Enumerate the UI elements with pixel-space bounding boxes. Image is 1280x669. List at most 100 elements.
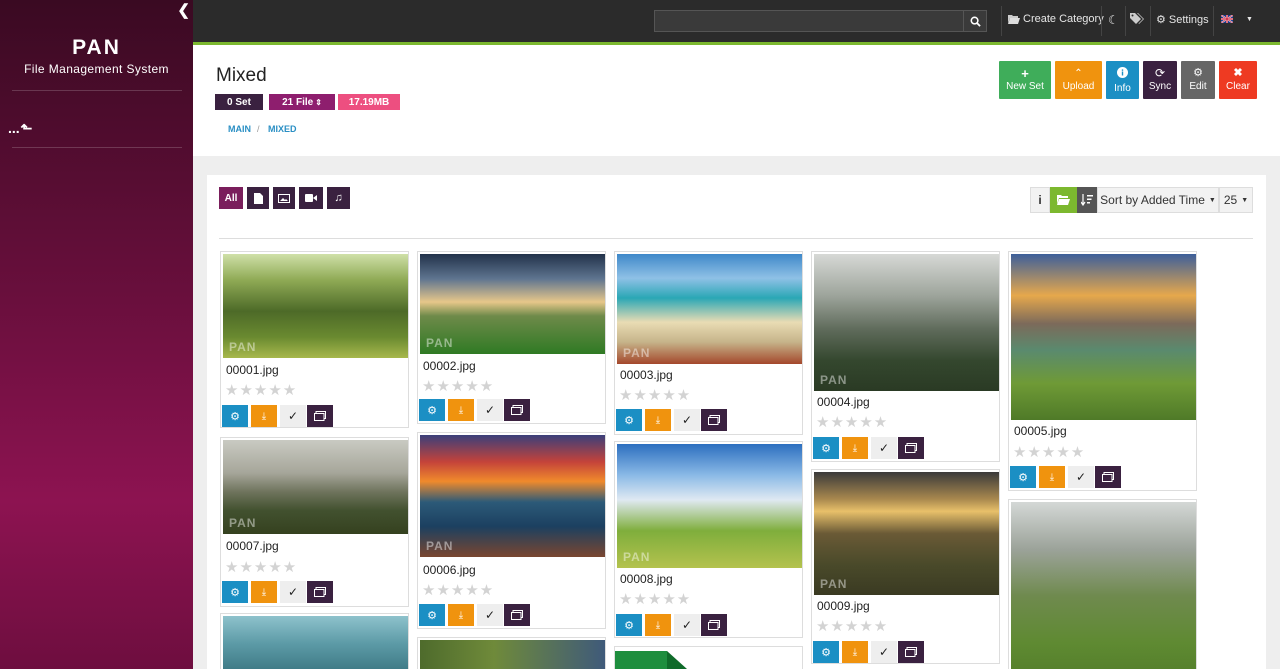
file-card[interactable]: 00005.jpg ★★★★★ ⚙ ⤓ ✓	[1008, 251, 1197, 491]
file-card[interactable]	[614, 646, 803, 669]
gallery-button[interactable]	[1095, 466, 1121, 488]
parent-folder-link[interactable]: ...⬑	[8, 120, 32, 137]
mountain-lake-thumbnail[interactable]: PAN	[223, 440, 408, 534]
gallery-button[interactable]	[504, 604, 530, 626]
files-count-badge[interactable]: 21 File ⇕	[269, 94, 335, 110]
file-card[interactable]: PAN 00003.jpg ★★★★★ ⚙ ⤓ ✓	[614, 251, 803, 435]
file-settings-button[interactable]: ⚙	[813, 641, 839, 663]
per-page-dropdown[interactable]: 25 ▼	[1219, 187, 1253, 213]
misty-lake-thumbnail[interactable]	[223, 616, 408, 669]
file-card[interactable]	[417, 637, 606, 669]
filter-images-button[interactable]	[273, 187, 295, 209]
rating-stars[interactable]: ★★★★★	[1013, 443, 1085, 461]
gallery-button[interactable]	[307, 581, 333, 603]
file-card[interactable]	[220, 613, 409, 669]
pin-button[interactable]: ⤓	[645, 614, 671, 636]
pin-button[interactable]: ⤓	[448, 399, 474, 421]
folder-view-button[interactable]	[1050, 187, 1077, 213]
select-button[interactable]: ✓	[871, 641, 897, 663]
rating-stars[interactable]: ★★★★★	[816, 617, 888, 635]
info-button[interactable]: Info	[1106, 61, 1139, 99]
search-button[interactable]	[963, 10, 987, 32]
tags-button[interactable]	[1130, 13, 1144, 24]
rating-stars[interactable]: ★★★★★	[619, 386, 691, 404]
sunset-field-thumbnail[interactable]: PAN	[420, 254, 605, 354]
gallery-button[interactable]	[898, 641, 924, 663]
lake-sunset-thumbnail[interactable]: PAN	[420, 435, 605, 557]
settings-link[interactable]: ⚙ Settings	[1156, 13, 1209, 27]
file-card[interactable]: PAN 00008.jpg ★★★★★ ⚙ ⤓ ✓	[614, 441, 803, 638]
clear-button[interactable]: ✖ Clear	[1219, 61, 1257, 99]
filter-all-button[interactable]: All	[219, 187, 243, 209]
file-settings-button[interactable]: ⚙	[1010, 466, 1036, 488]
select-button[interactable]: ✓	[477, 604, 503, 626]
file-settings-button[interactable]: ⚙	[419, 604, 445, 626]
file-card[interactable]: PAN 00006.jpg ★★★★★ ⚙ ⤓ ✓	[417, 432, 606, 629]
file-name[interactable]: 00002.jpg	[423, 359, 476, 373]
misty-valley-thumbnail[interactable]: PAN	[814, 254, 999, 391]
select-button[interactable]: ✓	[871, 437, 897, 459]
pin-button[interactable]: ⤓	[251, 405, 277, 427]
pin-button[interactable]: ⤓	[448, 604, 474, 626]
search-input[interactable]	[654, 10, 964, 32]
pin-button[interactable]: ⤓	[842, 437, 868, 459]
rating-stars[interactable]: ★★★★★	[422, 581, 494, 599]
gallery-button[interactable]	[701, 614, 727, 636]
file-name[interactable]: 00004.jpg	[817, 395, 870, 409]
canyon-thumbnail[interactable]	[420, 640, 605, 669]
forest-thumbnail[interactable]: PAN	[223, 254, 408, 358]
filter-videos-button[interactable]	[299, 187, 323, 209]
alpine-meadow-thumbnail[interactable]	[1011, 254, 1196, 420]
sort-order-button[interactable]	[1077, 187, 1097, 213]
file-settings-button[interactable]: ⚙	[616, 409, 642, 431]
file-card[interactable]: PAN 00002.jpg ★★★★★ ⚙ ⤓ ✓	[417, 251, 606, 424]
pin-button[interactable]: ⤓	[645, 409, 671, 431]
pin-button[interactable]: ⤓	[251, 581, 277, 603]
sort-by-dropdown[interactable]: Sort by Added Time ▼	[1097, 187, 1219, 213]
breadcrumb-mixed[interactable]: MIXED	[268, 124, 297, 134]
rating-stars[interactable]: ★★★★★	[225, 381, 297, 399]
gallery-button[interactable]	[898, 437, 924, 459]
file-card[interactable]: PAN 00001.jpg ★★★★★ ⚙ ⤓ ✓	[220, 251, 409, 428]
filter-documents-button[interactable]	[247, 187, 269, 209]
file-settings-button[interactable]: ⚙	[419, 399, 445, 421]
tree-meadow-thumbnail[interactable]: PAN	[617, 444, 802, 568]
file-card[interactable]: PAN 00009.jpg ★★★★★ ⚙ ⤓ ✓	[811, 469, 1000, 664]
file-name[interactable]: 00001.jpg	[226, 363, 279, 377]
green-valley-thumbnail[interactable]	[1011, 502, 1196, 669]
file-name[interactable]: 00009.jpg	[817, 599, 870, 613]
pin-button[interactable]: ⤓	[1039, 466, 1065, 488]
collapse-sidebar-chevron-icon[interactable]: ❮	[177, 1, 190, 19]
edit-button[interactable]: ⚙ Edit	[1181, 61, 1215, 99]
file-name[interactable]: 00005.jpg	[1014, 424, 1067, 438]
rating-stars[interactable]: ★★★★★	[422, 377, 494, 395]
new-set-button[interactable]: + New Set	[999, 61, 1051, 99]
file-name[interactable]: 00003.jpg	[620, 368, 673, 382]
sync-button[interactable]: ⟳ Sync	[1143, 61, 1177, 99]
file-name[interactable]: 00007.jpg	[226, 539, 279, 553]
select-button[interactable]: ✓	[674, 409, 700, 431]
filter-music-button[interactable]: ♫	[327, 187, 350, 209]
file-card[interactable]: PAN 00004.jpg ★★★★★ ⚙ ⤓ ✓	[811, 251, 1000, 462]
file-settings-button[interactable]: ⚙	[222, 405, 248, 427]
breadcrumb-main[interactable]: MAIN	[228, 124, 251, 134]
rating-stars[interactable]: ★★★★★	[816, 413, 888, 431]
theme-toggle-moon-icon[interactable]: ☾	[1108, 13, 1119, 27]
beach-thumbnail[interactable]: PAN	[617, 254, 802, 364]
gallery-button[interactable]	[307, 405, 333, 427]
file-name[interactable]: 00008.jpg	[620, 572, 673, 586]
select-button[interactable]: ✓	[477, 399, 503, 421]
language-dropdown[interactable]: ▼	[1221, 15, 1253, 23]
rating-stars[interactable]: ★★★★★	[619, 590, 691, 608]
file-settings-button[interactable]: ⚙	[616, 614, 642, 636]
info-toggle-button[interactable]: i	[1030, 187, 1050, 213]
gallery-button[interactable]	[504, 399, 530, 421]
gallery-button[interactable]	[701, 409, 727, 431]
select-button[interactable]: ✓	[280, 581, 306, 603]
file-settings-button[interactable]: ⚙	[813, 437, 839, 459]
create-category-link[interactable]: Create Category	[1008, 13, 1104, 25]
select-button[interactable]: ✓	[280, 405, 306, 427]
winding-road-thumbnail[interactable]: PAN	[814, 472, 999, 595]
rating-stars[interactable]: ★★★★★	[225, 558, 297, 576]
file-name[interactable]: 00006.jpg	[423, 563, 476, 577]
